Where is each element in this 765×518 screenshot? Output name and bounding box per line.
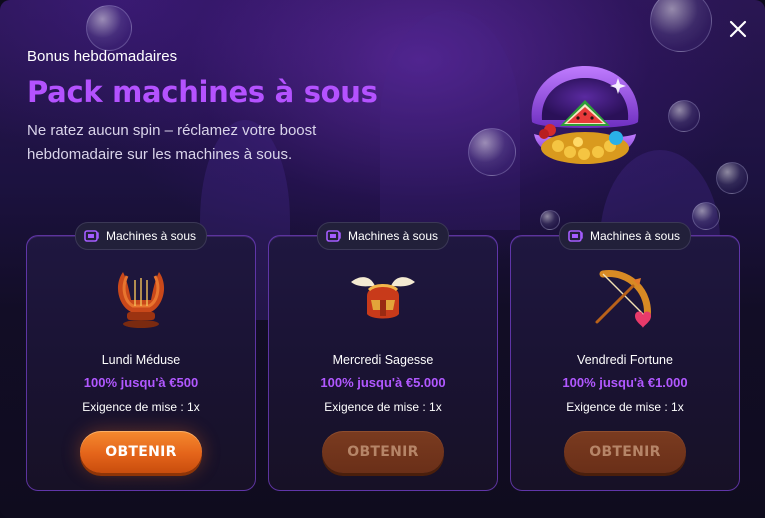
card-title: Mercredi Sagesse [332,353,434,367]
modal-subtitle: Bonus hebdomadaires [27,48,178,65]
category-tag-label: Machines à sous [589,229,681,243]
card-offer: 100% jusqu'à €5.000 [320,375,446,390]
bubble-decoration [668,100,700,132]
card-wager-requirement: Exigence de mise : 1x [82,400,200,414]
claim-button[interactable]: OBTENIR [322,431,444,473]
winged-helmet-icon [351,277,415,319]
close-icon [729,20,747,38]
bubble-decoration [716,162,748,194]
modal-header: Bonus hebdomadaires Pack machines à sous… [27,48,387,167]
card-offer: 100% jusqu'à €500 [83,375,199,390]
bubble-decoration [650,0,712,52]
category-tag: Machines à sous [74,222,208,250]
bonus-card-monday: Machines à sous Lundi Méduse 100% jusqu'… [26,222,256,491]
lyre-icon [117,272,165,328]
bow-and-arrow-icon [595,270,651,328]
category-tag: Machines à sous [316,222,450,250]
claim-button[interactable]: OBTENIR [80,431,202,473]
card-title: Vendredi Fortune [577,353,673,367]
bubble-decoration [468,128,516,176]
slot-machine-icon [326,230,341,242]
bubble-decoration [540,210,560,230]
bubble-decoration [86,5,132,51]
category-tag: Machines à sous [558,222,692,250]
claim-button[interactable]: OBTENIR [564,431,686,473]
treasure-shell-watermelon-icon [531,66,639,164]
modal-description: Ne ratez aucun spin – réclamez votre boo… [27,122,317,163]
card-wager-requirement: Exigence de mise : 1x [324,400,442,414]
bonus-card-wednesday: Machines à sous Mercredi Sagesse 100% ju… [268,222,498,491]
card-title: Lundi Méduse [101,353,181,367]
card-wager-requirement: Exigence de mise : 1x [566,400,684,414]
weekly-bonus-modal: Bonus hebdomadaires Pack machines à sous… [0,0,765,518]
category-tag-label: Machines à sous [105,229,197,243]
slot-machine-icon [568,230,583,242]
category-tag-label: Machines à sous [347,229,439,243]
seaweed-decoration [380,10,520,230]
bonus-card-friday: Machines à sous Vendredi Fortune 100% ju… [510,222,740,491]
bubble-decoration [692,202,720,230]
modal-title: Pack machines à sous [27,75,378,109]
close-button[interactable] [725,16,751,42]
slot-machine-icon [84,230,99,242]
card-offer: 100% jusqu'à €1.000 [562,375,688,390]
